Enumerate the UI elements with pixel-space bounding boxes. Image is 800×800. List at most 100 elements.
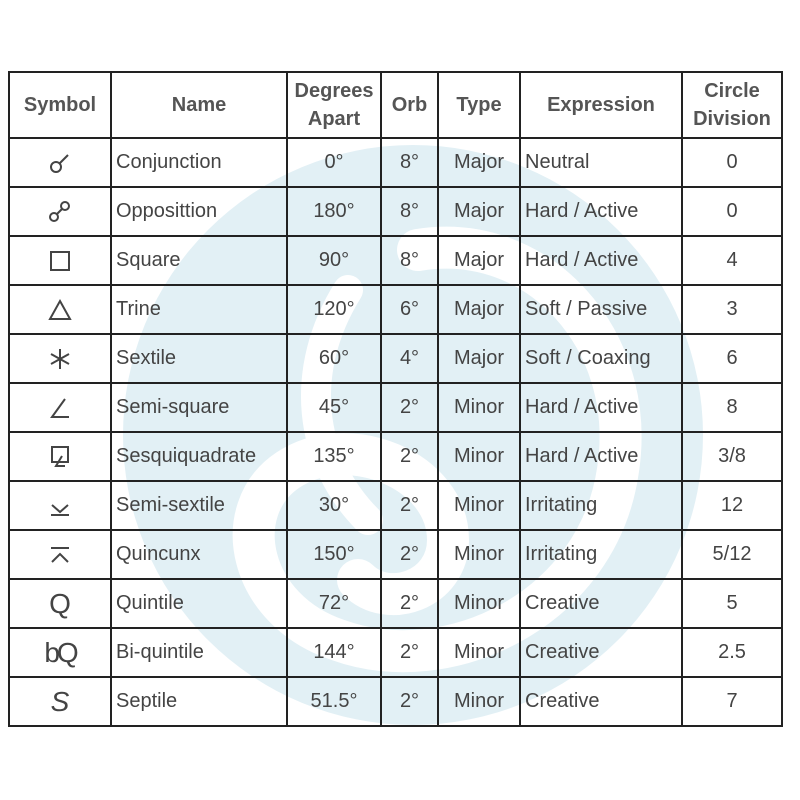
expression-cell: Irritating [519, 480, 683, 531]
type-cell: Minor [437, 382, 521, 433]
name-cell: Quintile [110, 578, 288, 629]
type-cell: Major [437, 235, 521, 286]
symbol-cell: S [8, 676, 112, 727]
sesquiquadrate-icon [51, 445, 69, 467]
symbol-cell [8, 431, 112, 482]
table-row: Sesquiquadrate 135° 2° Minor Hard / Active 3/… [8, 431, 783, 482]
name-cell: Opposittion [110, 186, 288, 237]
header-degrees-line2: Apart [307, 108, 361, 130]
symbol-cell [8, 333, 112, 384]
expression-cell: Creative [519, 627, 683, 678]
table-row: Quincunx 150° 2° Minor Irritating 5/12 [8, 529, 783, 580]
opposition-icon [49, 200, 70, 222]
quincunx-icon [51, 546, 69, 563]
division-cell: 3 [681, 284, 783, 335]
table-row: Sextile 60° 4° Major Soft / Coaxing 6 [8, 333, 783, 384]
degrees-cell: 30° [286, 480, 382, 531]
expression-cell: Soft / Coaxing [519, 333, 683, 384]
division-cell: 5 [681, 578, 783, 629]
division-cell: 2.5 [681, 627, 783, 678]
division-cell: 0 [681, 137, 783, 188]
header-name: Name [110, 71, 288, 139]
orb-cell: 2° [380, 627, 439, 678]
symbol-cell [8, 235, 112, 286]
semi-sextile-icon [51, 503, 69, 516]
table-row: Square 90° 8° Major Hard / Active 4 [8, 235, 783, 286]
orb-cell: 2° [380, 382, 439, 433]
degrees-cell: 45° [286, 382, 382, 433]
table-row: Semi-sextile 30° 2° Minor Irritating 12 [8, 480, 783, 531]
symbol-cell [8, 480, 112, 531]
degrees-cell: 150° [286, 529, 382, 580]
division-cell: 12 [681, 480, 783, 531]
bi-quintile-icon: bQ [44, 636, 78, 668]
degrees-cell: 90° [286, 235, 382, 286]
symbol-cell [8, 137, 112, 188]
division-cell: 3/8 [681, 431, 783, 482]
semi-square-icon [50, 397, 69, 418]
header-division: Circle Division [681, 71, 783, 139]
name-cell: Septile [110, 676, 288, 727]
orb-cell: 2° [380, 431, 439, 482]
aspects-table: Symbol Name Degrees Apart Orb Type Expres… [8, 71, 783, 727]
header-division-line1: Circle [704, 80, 760, 102]
type-cell: Minor [437, 529, 521, 580]
degrees-cell: 180° [286, 186, 382, 237]
name-cell: Semi-sextile [110, 480, 288, 531]
name-cell: Conjunction [110, 137, 288, 188]
name-cell: Square [110, 235, 288, 286]
expression-cell: Neutral [519, 137, 683, 188]
degrees-cell: 144° [286, 627, 382, 678]
name-cell: Quincunx [110, 529, 288, 580]
sextile-icon [50, 348, 70, 369]
orb-cell: 6° [380, 284, 439, 335]
header-type: Type [437, 71, 521, 139]
orb-cell: 2° [380, 480, 439, 531]
degrees-cell: 0° [286, 137, 382, 188]
symbol-cell: Q [8, 578, 112, 629]
table-row: Q Quintile 72° 2° Minor Creative 5 [8, 578, 783, 629]
name-cell: Bi-quintile [110, 627, 288, 678]
type-cell: Minor [437, 431, 521, 482]
expression-cell: Hard / Active [519, 382, 683, 433]
type-cell: Minor [437, 676, 521, 727]
header-orb: Orb [380, 71, 439, 139]
symbol-cell [8, 382, 112, 433]
expression-cell: Hard / Active [519, 186, 683, 237]
header-division-line2: Division [693, 108, 771, 130]
septile-icon: S [50, 685, 70, 717]
degrees-cell: 135° [286, 431, 382, 482]
division-cell: 7 [681, 676, 783, 727]
symbol-cell [8, 186, 112, 237]
type-cell: Major [437, 333, 521, 384]
table-row: Trine 120° 6° Major Soft / Passive 3 [8, 284, 783, 335]
conjunction-icon [50, 153, 69, 173]
symbol-cell: bQ [8, 627, 112, 678]
orb-cell: 2° [380, 578, 439, 629]
division-cell: 4 [681, 235, 783, 286]
trine-icon [48, 298, 72, 320]
type-cell: Major [437, 284, 521, 335]
degrees-cell: 60° [286, 333, 382, 384]
quintile-icon: Q [49, 587, 71, 619]
division-cell: 0 [681, 186, 783, 237]
orb-cell: 2° [380, 676, 439, 727]
type-cell: Minor [437, 627, 521, 678]
type-cell: Major [437, 186, 521, 237]
header-expression: Expression [519, 71, 683, 139]
name-cell: Semi-square [110, 382, 288, 433]
type-cell: Minor [437, 480, 521, 531]
name-cell: Trine [110, 284, 288, 335]
degrees-cell: 51.5° [286, 676, 382, 727]
expression-cell: Creative [519, 676, 683, 727]
table-row: Opposittion 180° 8° Major Hard / Active 0 [8, 186, 783, 237]
division-cell: 5/12 [681, 529, 783, 580]
table-row: Semi-square 45° 2° Minor Hard / Active 8 [8, 382, 783, 433]
symbol-cell [8, 284, 112, 335]
division-cell: 6 [681, 333, 783, 384]
expression-cell: Soft / Passive [519, 284, 683, 335]
header-symbol: Symbol [8, 71, 112, 139]
orb-cell: 8° [380, 186, 439, 237]
square-icon [50, 250, 70, 271]
table-row: Conjunction 0° 8° Major Neutral 0 [8, 137, 783, 188]
